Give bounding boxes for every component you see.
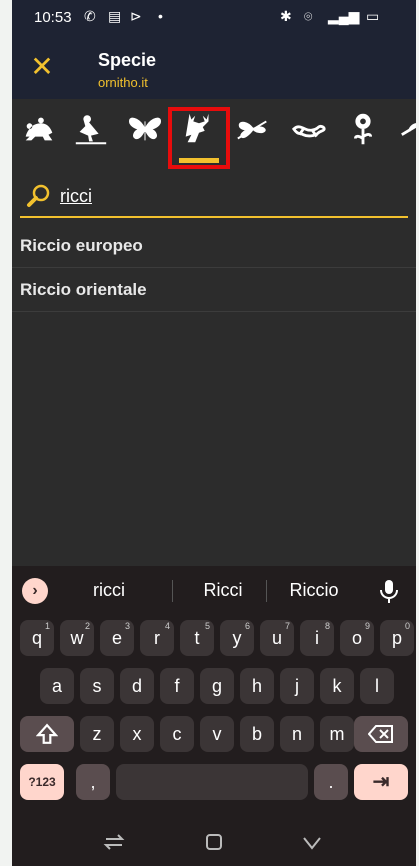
key-g[interactable]: g (200, 668, 234, 704)
category-bar (12, 99, 416, 169)
key-r[interactable]: r4 (140, 620, 174, 656)
bluetooth-icon: ✱ (280, 8, 292, 24)
key-label: y (232, 628, 242, 648)
tab-arrow-icon: ⇥ (372, 771, 390, 793)
key-label: i (315, 628, 319, 648)
search-input[interactable] (60, 182, 360, 210)
key-x[interactable]: x (120, 716, 154, 752)
list-item[interactable]: Riccio europeo (12, 224, 416, 268)
status-bar: 10:53 ✆ ▤ ⊳ • ✱ ⌾ ▂▄▆ ▭ (12, 0, 416, 37)
key-a[interactable]: a (40, 668, 74, 704)
key-number: 2 (84, 621, 90, 631)
key-number: 5 (204, 621, 210, 631)
close-icon[interactable]: ✕ (28, 53, 56, 81)
key-o[interactable]: o9 (340, 620, 374, 656)
list-item[interactable]: Riccio orientale (12, 268, 416, 312)
divider (172, 580, 173, 602)
key-v[interactable]: v (200, 716, 234, 752)
shift-icon (35, 723, 59, 744)
home-icon[interactable] (202, 830, 226, 854)
key-c[interactable]: c (160, 716, 194, 752)
battery-icon: ▭ (366, 8, 380, 24)
shift-key[interactable] (20, 716, 74, 752)
flower-icon[interactable] (344, 109, 382, 149)
key-number: 3 (124, 621, 130, 631)
recents-icon[interactable] (102, 830, 126, 854)
key-s[interactable]: s (80, 668, 114, 704)
suggestion-bar: › ricci Ricci Riccio (12, 566, 416, 614)
search-icon (27, 184, 50, 207)
whatsapp-icon: ✆ (84, 8, 96, 24)
backspace-icon (367, 725, 393, 743)
key-number: 8 (324, 621, 330, 631)
key-q[interactable]: q1 (20, 620, 54, 656)
suggestion[interactable]: ricci (74, 580, 144, 601)
key-k[interactable]: k (320, 668, 354, 704)
lizard-icon[interactable] (290, 109, 328, 149)
page-title: Specie (98, 50, 157, 70)
key-m[interactable]: m (320, 716, 354, 752)
period-key[interactable]: . (314, 764, 348, 800)
key-t[interactable]: t5 (180, 620, 214, 656)
key-i[interactable]: i8 (300, 620, 334, 656)
key-number: 6 (244, 621, 250, 631)
enter-key[interactable]: ⇥ (354, 764, 408, 800)
key-f[interactable]: f (160, 668, 194, 704)
dot-icon: • (158, 8, 163, 24)
key-label: q (31, 628, 42, 648)
search-field[interactable] (20, 178, 408, 218)
page-subtitle: ornitho.it (98, 75, 148, 90)
bird-icon[interactable] (72, 109, 110, 149)
back-icon[interactable] (300, 830, 324, 854)
frog-icon[interactable] (20, 109, 58, 149)
key-number: 7 (284, 621, 290, 631)
key-u[interactable]: u7 (260, 620, 294, 656)
key-number: 0 (404, 621, 410, 631)
key-label: p (391, 628, 402, 648)
butterfly-icon[interactable] (126, 109, 164, 149)
space-key[interactable] (116, 764, 308, 800)
notification-icon: ▤ (108, 8, 122, 24)
app-icon: ⊳ (130, 8, 142, 24)
symbols-key[interactable]: ?123 (20, 764, 64, 800)
divider (266, 580, 267, 602)
status-time: 10:53 (34, 9, 72, 26)
app-bar: ✕ Specie ornitho.it (12, 37, 416, 99)
key-y[interactable]: y6 (220, 620, 254, 656)
key-h[interactable]: h (240, 668, 274, 704)
key-number: 4 (164, 621, 170, 631)
key-label: e (111, 628, 122, 648)
dragonfly-icon[interactable] (234, 109, 272, 149)
comma-key[interactable]: , (76, 764, 110, 800)
key-d[interactable]: d (120, 668, 154, 704)
key-number: 9 (364, 621, 370, 631)
key-l[interactable]: l (360, 668, 394, 704)
location-icon: ⌾ (304, 8, 313, 24)
navigation-bar (12, 816, 416, 866)
key-z[interactable]: z (80, 716, 114, 752)
keyboard: › ricci Ricci Riccio ?123 , . ⇥ q 1 w 2 … (12, 566, 416, 866)
signal-icon: ▂▄▆ (328, 8, 360, 24)
key-label: r (154, 628, 160, 648)
results-list: Riccio europeo Riccio orientale (12, 224, 416, 312)
chevron-right-icon[interactable]: › (22, 578, 48, 604)
key-n[interactable]: n (280, 716, 314, 752)
insect-icon[interactable] (398, 109, 416, 149)
microphone-icon[interactable] (378, 578, 400, 604)
suggestion[interactable]: Ricci (178, 580, 268, 601)
backspace-key[interactable] (354, 716, 408, 752)
key-label: o (351, 628, 362, 648)
key-e[interactable]: e3 (100, 620, 134, 656)
key-label: w (70, 628, 84, 648)
key-p[interactable]: p0 (380, 620, 414, 656)
suggestion[interactable]: Riccio (274, 580, 354, 601)
phone-screen: 10:53 ✆ ▤ ⊳ • ✱ ⌾ ▂▄▆ ▭ ✕ Specie ornitho… (12, 0, 416, 866)
key-label: t (194, 628, 200, 648)
key-j[interactable]: j (280, 668, 314, 704)
key-number: 1 (44, 621, 50, 631)
selected-category-underline (179, 158, 219, 163)
key-label: u (271, 628, 282, 648)
key-w[interactable]: w2 (60, 620, 94, 656)
key-b[interactable]: b (240, 716, 274, 752)
